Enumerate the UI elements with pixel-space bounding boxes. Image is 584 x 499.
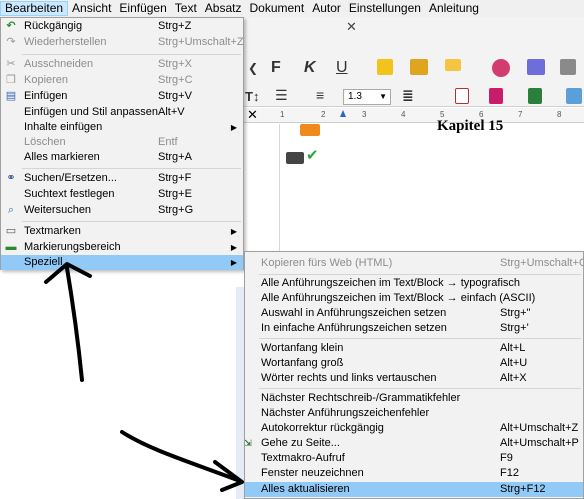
menu-item-special[interactable]: Speziell ▶ — [1, 255, 243, 270]
menu-einfuegen[interactable]: Einfügen — [115, 1, 170, 16]
menu-item-delete[interactable]: Löschen Entf — [1, 135, 243, 150]
menu-dokument[interactable]: Dokument — [245, 1, 308, 16]
sticky-note-icon[interactable] — [377, 59, 393, 75]
cone-icon — [300, 124, 320, 136]
paragraph-spacing-icon[interactable]: ≣ — [402, 87, 414, 104]
page-icon[interactable] — [455, 88, 469, 104]
special-submenu: Kopieren fürs Web (HTML) Strg+Umschalt+C… — [244, 251, 584, 499]
menu-separator — [259, 338, 581, 339]
copy-icon: ❐ — [6, 74, 16, 86]
menu-bearbeiten[interactable]: Bearbeiten — [0, 1, 69, 16]
book-icon[interactable] — [489, 88, 503, 104]
submenu-arrow-icon: ▶ — [230, 227, 237, 236]
menu-item-swap-words[interactable]: Wörter rechts und links vertauschen Alt+… — [245, 371, 583, 386]
page-margin-strip — [236, 287, 244, 499]
underline-button[interactable]: U — [336, 59, 348, 77]
menu-item-selection-range[interactable]: ▬ Markierungsbereich ▶ — [1, 240, 243, 255]
text-size-icon[interactable]: T↕ — [245, 89, 259, 104]
menu-item-select-all[interactable]: Alles markieren Strg+A — [1, 150, 243, 165]
menu-item-wrap-single-quotes[interactable]: In einfache Anführungszeichen setzen Str… — [245, 321, 583, 336]
document-heading: Kapitel 15 — [437, 118, 504, 134]
close-tab-icon[interactable]: ✕ — [346, 19, 357, 35]
menu-item-refresh-all[interactable]: Alles aktualisieren Strg+F12 — [245, 482, 583, 497]
cut-icon: ✂ — [6, 58, 16, 70]
submenu-arrow-icon: ▶ — [230, 243, 237, 252]
menu-item-bookmarks[interactable]: ▭ Textmarken ▶ — [1, 224, 243, 239]
undo-icon: ↶ — [6, 20, 16, 32]
menu-einstellungen[interactable]: Einstellungen — [345, 1, 425, 16]
menu-item-uppercase-initial[interactable]: Wortanfang groß Alt+U — [245, 356, 583, 371]
marker-icon[interactable] — [410, 59, 428, 75]
comment-icon[interactable] — [445, 59, 461, 71]
menu-item-quotes-ascii[interactable]: Alle Anführungszeichen im Text/Block → e… — [245, 291, 583, 306]
line-spacing-select[interactable]: 1.3 ▼ — [343, 89, 391, 105]
menu-separator — [22, 168, 241, 169]
menu-anleitung[interactable]: Anleitung — [425, 1, 483, 16]
menu-separator — [259, 388, 581, 389]
menu-item-copy[interactable]: ❐ Kopieren Strg+C — [1, 73, 243, 88]
ruler: ✕ 1 2 3 4 5 6 7 8 — [244, 107, 584, 123]
selection-range-icon: ▬ — [5, 241, 17, 253]
paste-icon: ▤ — [5, 90, 17, 102]
menu-absatz[interactable]: Absatz — [201, 1, 246, 16]
menu-item-copy-web[interactable]: Kopieren fürs Web (HTML) Strg+Umschalt+C — [245, 256, 584, 271]
menu-autor[interactable]: Autor — [308, 1, 345, 16]
menu-separator — [22, 221, 241, 222]
redo-icon: ↷ — [6, 36, 16, 48]
menu-separator — [22, 54, 241, 55]
line-spacing-icon[interactable]: ≡ — [316, 87, 324, 103]
binoculars-icon: ⚭ — [6, 172, 16, 184]
goto-page-icon: ⇲ — [244, 438, 252, 448]
search-next-icon: ⌕ — [7, 204, 15, 216]
menu-item-quotes-typographic[interactable]: Alle Anführungszeichen im Text/Block → t… — [245, 276, 583, 291]
menu-item-next-spelling-error[interactable]: Nächster Rechtschreib-/Grammatikfehler — [245, 391, 583, 406]
settings-icon[interactable] — [560, 59, 576, 75]
menu-text[interactable]: Text — [171, 1, 201, 16]
bookmark-icon: ▭ — [5, 225, 17, 237]
menu-item-goto-page[interactable]: ⇲ Gehe zu Seite... Alt+Umschalt+P — [244, 436, 583, 451]
menu-item-lowercase-initial[interactable]: Wortanfang klein Alt+L — [245, 341, 583, 356]
menu-item-find-replace[interactable]: ⚭ Suchen/Ersetzen... Strg+F — [1, 171, 243, 186]
menu-item-paste-special[interactable]: Inhalte einfügen ▶ — [1, 120, 243, 135]
menu-item-wrap-double-quotes[interactable]: Auswahl in Anführungszeichen setzen Strg… — [245, 306, 583, 321]
menu-item-text-macro[interactable]: Textmakro-Aufruf F9 — [245, 451, 583, 466]
menu-item-paste[interactable]: ▤ Einfügen Strg+V — [1, 89, 243, 104]
menu-item-next-quote-error[interactable]: Nächster Anführungszeichenfehler — [245, 406, 583, 421]
document-left-area — [0, 287, 244, 499]
menu-ansicht[interactable]: Ansicht — [68, 1, 115, 16]
italic-button[interactable]: K — [304, 59, 316, 77]
menu-item-set-search-text[interactable]: Suchtext festlegen Strg+E — [1, 187, 243, 202]
bold-button[interactable]: F — [271, 59, 281, 77]
menu-item-redraw-window[interactable]: Fenster neuzeichnen F12 — [245, 466, 583, 481]
submenu-arrow-icon: ▶ — [230, 258, 237, 267]
chevron-down-icon: ▼ — [379, 92, 387, 101]
menu-item-cut[interactable]: ✂ Ausschneiden Strg+X — [1, 57, 243, 72]
close-ruler-icon[interactable]: ✕ — [247, 107, 258, 123]
checkmark-icon: ✔ — [306, 147, 319, 164]
menu-item-paste-match-style[interactable]: Einfügen und Stil anpassen Alt+V — [1, 105, 243, 120]
window-icon[interactable] — [566, 88, 582, 104]
chevron-down-icon[interactable]: ❮ — [248, 61, 258, 75]
menu-separator — [259, 274, 581, 275]
menubar: Bearbeiten Ansicht Einfügen Text Absatz … — [0, 0, 584, 17]
menu-item-undo-autocorrect[interactable]: Autokorrektur rückgängig Alt+Umschalt+Z — [245, 421, 583, 436]
submenu-arrow-icon: ▶ — [230, 123, 237, 132]
clapperboard-icon — [286, 152, 304, 164]
edit-menu: ↶ Rückgängig Strg+Z ↷ Wiederherstellen S… — [0, 17, 244, 270]
menu-item-find-next[interactable]: ⌕ Weitersuchen Strg+G — [1, 203, 243, 218]
spellcheck-icon[interactable] — [527, 59, 545, 75]
menu-item-undo[interactable]: ↶ Rückgängig Strg+Z — [1, 19, 243, 34]
palette-icon[interactable] — [492, 59, 510, 77]
export-icon[interactable] — [528, 88, 542, 104]
indent-marker-icon[interactable] — [340, 110, 346, 117]
menu-item-redo[interactable]: ↷ Wiederherstellen Strg+Umschalt+Z — [1, 35, 243, 50]
list-icon[interactable]: ☰ — [275, 87, 288, 104]
